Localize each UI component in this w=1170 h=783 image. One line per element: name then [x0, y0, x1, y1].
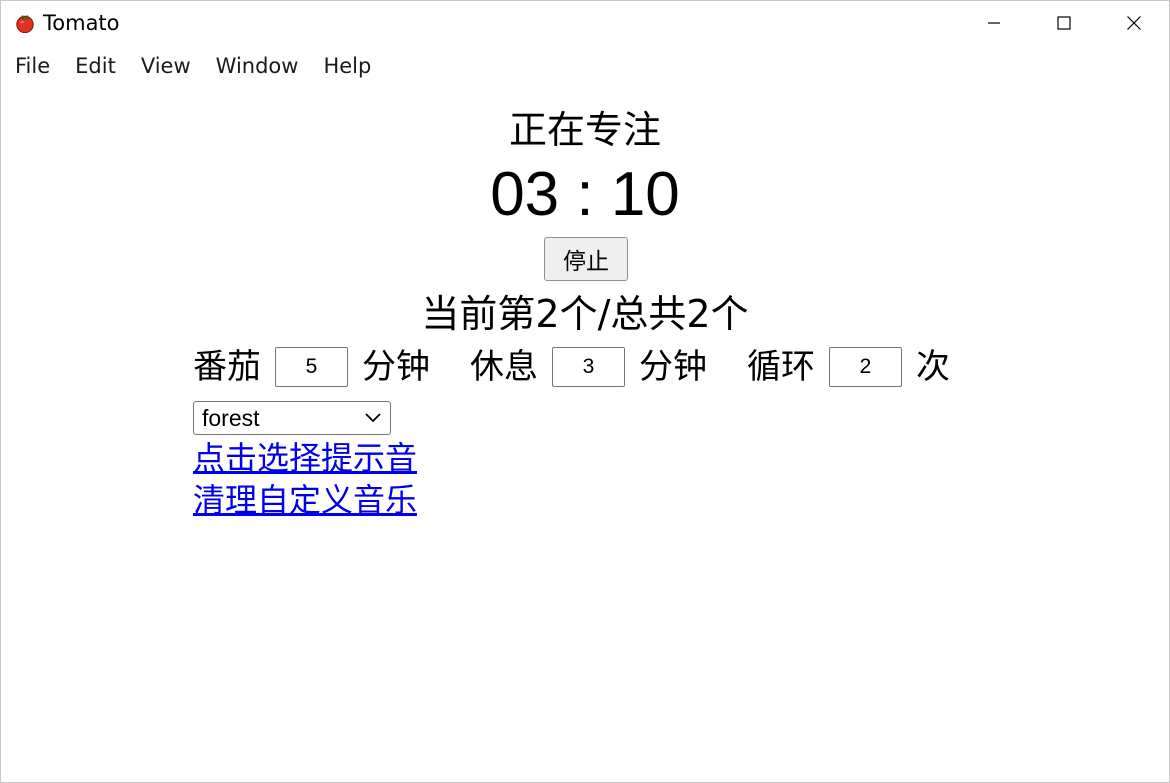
close-button[interactable]: [1099, 1, 1169, 45]
minutes-unit-label: 分钟: [362, 347, 430, 387]
clear-custom-music-link[interactable]: 清理自定义音乐: [193, 480, 417, 520]
tomato-minutes-input[interactable]: [275, 347, 348, 387]
minimize-button[interactable]: [959, 1, 1029, 45]
loop-count-input[interactable]: [829, 347, 902, 387]
settings-row: 番茄 分钟 休息 分钟 循环 次: [193, 341, 950, 393]
sound-select-value: forest: [202, 404, 260, 431]
rest-label: 休息: [470, 347, 538, 387]
choose-sound-link[interactable]: 点击选择提示音: [193, 438, 417, 478]
rest-minutes-input[interactable]: [552, 347, 625, 387]
close-icon: [1127, 16, 1141, 30]
minimize-icon: [988, 22, 1000, 24]
countdown-timer: 03 : 10: [490, 160, 680, 229]
menu-edit[interactable]: Edit: [62, 49, 128, 83]
title-bar[interactable]: Tomato: [1, 1, 1169, 45]
times-unit-label: 次: [916, 347, 950, 387]
app-window: Tomato File Edit View Window Help 正在专注 0…: [0, 0, 1170, 783]
focus-status-label: 正在专注: [508, 108, 661, 152]
tomato-label: 番茄: [193, 347, 261, 387]
maximize-button[interactable]: [1029, 1, 1099, 45]
progress-label: 当前第2个/总共2个: [421, 292, 749, 336]
sound-select[interactable]: forest: [193, 401, 391, 435]
menu-file[interactable]: File: [1, 49, 62, 83]
menu-view[interactable]: View: [128, 49, 203, 83]
rest-minutes-unit-label: 分钟: [639, 347, 707, 387]
chevron-down-icon: [365, 413, 381, 423]
menu-window[interactable]: Window: [203, 49, 311, 83]
loop-label: 循环: [747, 347, 815, 387]
window-title: Tomato: [43, 11, 120, 35]
menu-bar: File Edit View Window Help: [1, 49, 383, 83]
tomato-icon: [15, 13, 35, 34]
menu-help[interactable]: Help: [310, 49, 383, 83]
stop-button[interactable]: 停止: [544, 237, 628, 281]
maximize-icon: [1057, 16, 1071, 30]
